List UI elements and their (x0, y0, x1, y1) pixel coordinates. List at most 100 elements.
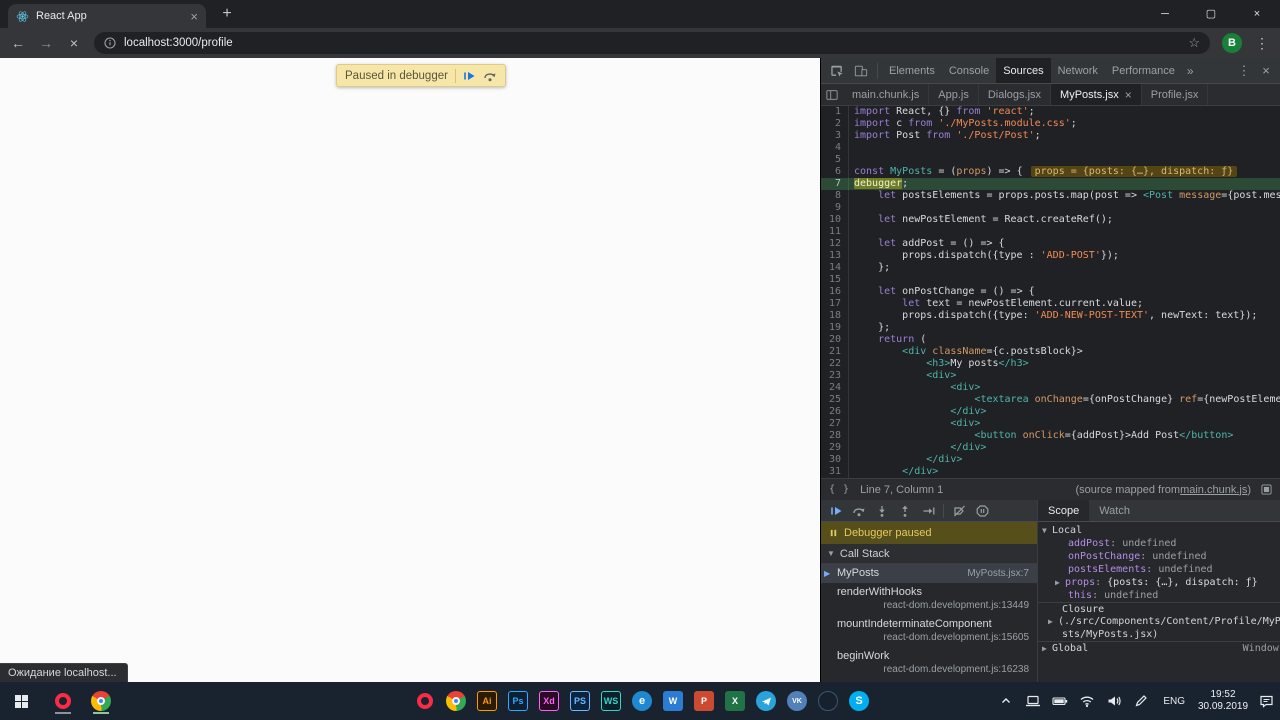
taskbar-icon-adobe-xd[interactable]: Xd (536, 688, 562, 714)
taskbar-icon-chrome[interactable] (88, 688, 114, 714)
file-tab-app.js[interactable]: App.js (929, 84, 979, 105)
taskbar-icon-telegram[interactable] (753, 688, 779, 714)
file-tab-myposts.jsx[interactable]: MyPosts.jsx × (1051, 84, 1142, 105)
start-button[interactable] (4, 682, 38, 720)
taskbar-icon-powerpoint[interactable]: P (691, 688, 717, 714)
line-number-28[interactable]: 28 (821, 430, 849, 442)
tray-battery-icon[interactable] (1048, 682, 1072, 720)
scope-row-(./src/Components/Content/Profile/MyPo[interactable]: ▶ (./src/Components/Content/Profile/MyPo (1038, 615, 1280, 628)
language-indicator[interactable]: ENG (1156, 696, 1192, 707)
line-number-1[interactable]: 1 (821, 106, 849, 118)
taskbar-icon-webstorm[interactable]: WS (598, 688, 624, 714)
call-stack-frame-mountIndeterminateComponent[interactable]: mountIndeterminateComponent react-dom.dev… (821, 615, 1037, 647)
expand-arrow-icon[interactable]: ▶ (1048, 615, 1058, 628)
taskbar-clock[interactable]: 19:52 30.09.2019 (1195, 689, 1251, 713)
line-number-2[interactable]: 2 (821, 118, 849, 130)
devtools-close-icon[interactable]: × (1256, 63, 1276, 78)
line-number-16[interactable]: 16 (821, 286, 849, 298)
scope-row-Local[interactable]: ▼ Local (1038, 524, 1280, 537)
taskbar-icon-opera[interactable] (50, 688, 76, 714)
file-tab-dialogs.jsx[interactable]: Dialogs.jsx (979, 84, 1052, 105)
pause-on-exceptions-button[interactable] (971, 500, 993, 521)
taskbar-icon-edge[interactable]: e (629, 688, 655, 714)
line-number-29[interactable]: 29 (821, 442, 849, 454)
action-center-icon[interactable] (1254, 682, 1278, 720)
line-number-10[interactable]: 10 (821, 214, 849, 226)
more-tabs-button[interactable]: » (1182, 64, 1199, 78)
inspect-element-icon[interactable] (825, 58, 849, 83)
line-number-19[interactable]: 19 (821, 322, 849, 334)
bookmark-star-icon[interactable]: ☆ (1188, 35, 1200, 51)
file-tab-main.chunk.js[interactable]: main.chunk.js (843, 84, 930, 105)
line-number-14[interactable]: 14 (821, 262, 849, 274)
line-number-26[interactable]: 26 (821, 406, 849, 418)
devtools-tab-sources[interactable]: Sources (996, 58, 1051, 83)
line-number-20[interactable]: 20 (821, 334, 849, 346)
devtools-tab-network[interactable]: Network (1051, 58, 1105, 83)
taskbar-icon-skype[interactable]: S (846, 688, 872, 714)
stop-loading-button[interactable]: × (66, 35, 82, 51)
back-button[interactable]: ← (10, 35, 26, 51)
tab-close-icon[interactable]: × (190, 10, 198, 23)
scope-row-props[interactable]: ▶ props: {posts: {…}, dispatch: ƒ} (1038, 576, 1280, 589)
address-bar[interactable]: localhost:3000/profile ☆ (94, 32, 1210, 54)
banner-step-over-button[interactable] (483, 70, 497, 82)
tray-wifi-icon[interactable] (1075, 682, 1099, 720)
call-stack-frame-renderWithHooks[interactable]: renderWithHooks react-dom.development.js:… (821, 583, 1037, 615)
line-number-15[interactable]: 15 (821, 274, 849, 286)
devtools-tab-elements[interactable]: Elements (882, 58, 942, 83)
devtools-tab-performance[interactable]: Performance (1105, 58, 1182, 83)
call-stack-frame-MyPosts[interactable]: ▶ MyPosts MyPosts.jsx:7 (821, 564, 1037, 583)
step-out-button[interactable] (894, 500, 916, 521)
line-number-17[interactable]: 17 (821, 298, 849, 310)
line-number-23[interactable]: 23 (821, 370, 849, 382)
line-number-30[interactable]: 30 (821, 454, 849, 466)
line-number-21[interactable]: 21 (821, 346, 849, 358)
tray-volume-icon[interactable] (1102, 682, 1126, 720)
line-number-18[interactable]: 18 (821, 310, 849, 322)
taskbar-icon-opera[interactable] (412, 688, 438, 714)
banner-resume-button[interactable] (463, 70, 476, 82)
taskbar-icon-photoshop[interactable]: Ps (505, 688, 531, 714)
tray-laptop-icon[interactable] (1021, 682, 1045, 720)
line-number-13[interactable]: 13 (821, 250, 849, 262)
navigator-toggle-icon[interactable] (821, 84, 843, 105)
scope-row-Global[interactable]: ▶ Global Window (1038, 641, 1280, 654)
line-number-4[interactable]: 4 (821, 142, 849, 154)
site-info-icon[interactable] (104, 37, 116, 49)
line-number-6[interactable]: 6 (821, 166, 849, 178)
status-bar-icon[interactable] (1261, 484, 1272, 495)
expand-arrow-icon[interactable]: ▼ (1042, 524, 1052, 537)
device-toolbar-icon[interactable] (849, 58, 873, 83)
resume-button[interactable] (825, 500, 847, 521)
tray-pen-icon[interactable] (1129, 682, 1153, 720)
devtools-tab-console[interactable]: Console (942, 58, 996, 83)
new-tab-button[interactable]: + (216, 5, 238, 23)
minimize-button[interactable]: ─ (1142, 0, 1188, 28)
step-button[interactable] (917, 500, 939, 521)
line-number-27[interactable]: 27 (821, 418, 849, 430)
browser-tab[interactable]: React App × (8, 4, 206, 28)
line-number-8[interactable]: 8 (821, 190, 849, 202)
expand-arrow-icon[interactable]: ▶ (1042, 642, 1052, 654)
profile-avatar[interactable]: B (1222, 33, 1242, 53)
call-stack-header[interactable]: ▼ Call Stack (821, 544, 1037, 564)
deactivate-breakpoints-button[interactable] (948, 500, 970, 521)
line-number-11[interactable]: 11 (821, 226, 849, 238)
line-number-24[interactable]: 24 (821, 382, 849, 394)
maximize-button[interactable]: ▢ (1188, 0, 1234, 28)
line-number-3[interactable]: 3 (821, 130, 849, 142)
forward-button[interactable]: → (38, 35, 54, 51)
taskbar-icon-excel[interactable]: X (722, 688, 748, 714)
taskbar-icon-illustrator[interactable]: Ai (474, 688, 500, 714)
line-number-7[interactable]: 7 (821, 178, 849, 190)
taskbar-icon-vk[interactable]: VK (784, 688, 810, 714)
expand-arrow-icon[interactable]: ▶ (1055, 576, 1065, 589)
line-number-31[interactable]: 31 (821, 466, 849, 478)
source-map-link[interactable]: main.chunk.js (1180, 484, 1247, 496)
tray-chevron-up-icon[interactable] (994, 682, 1018, 720)
collapse-icon[interactable]: ▼ (827, 549, 835, 558)
browser-menu-icon[interactable]: ⋮ (1254, 35, 1270, 52)
line-number-9[interactable]: 9 (821, 202, 849, 214)
step-into-button[interactable] (871, 500, 893, 521)
